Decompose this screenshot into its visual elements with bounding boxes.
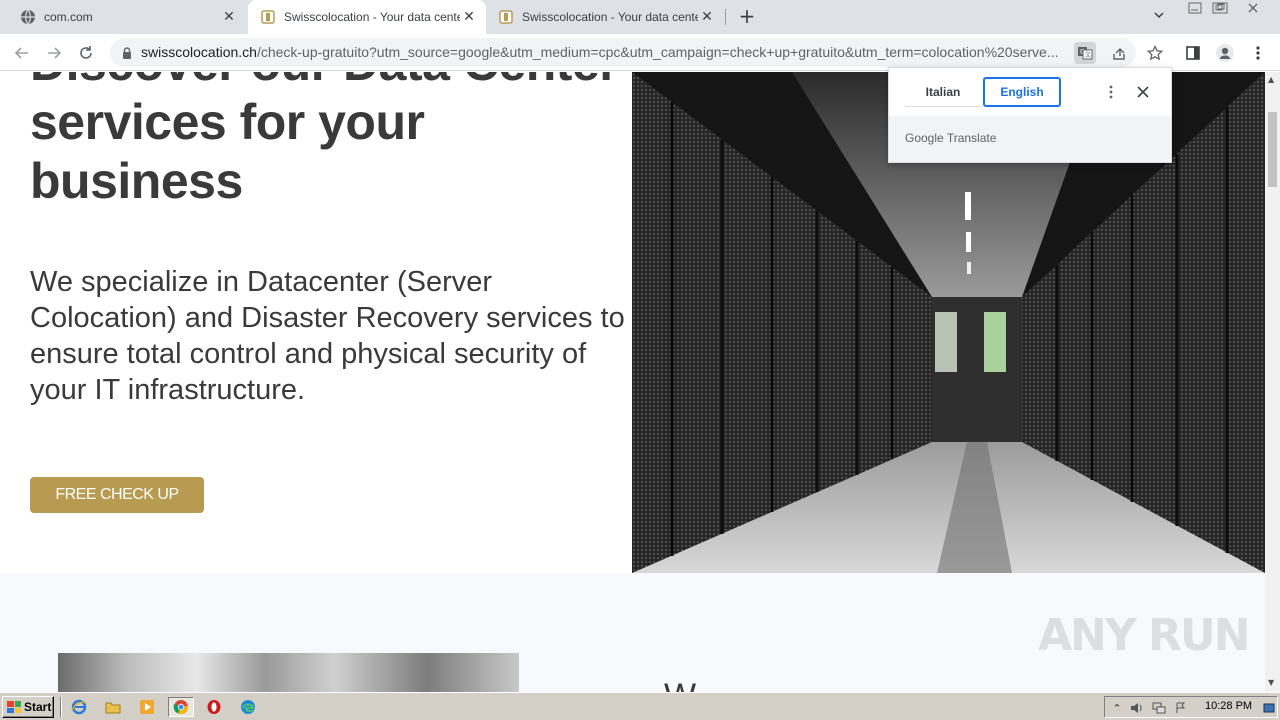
translate-popup: Italian English Google Translate	[888, 67, 1172, 163]
new-tab-button[interactable]: +	[737, 6, 757, 27]
menu-kebab-icon[interactable]	[1246, 41, 1270, 65]
tab-swisscolocation-active[interactable]: Swisscolocation - Your data center ✕	[248, 0, 486, 34]
tab-title: Swisscolocation - Your data center	[284, 10, 460, 24]
profile-avatar-icon[interactable]	[1213, 41, 1237, 65]
ie-icon[interactable]	[68, 697, 90, 717]
volume-icon[interactable]	[1129, 700, 1145, 716]
taskbar-separator	[60, 697, 62, 717]
windows-taskbar: Start ⌃ 10:28 PM	[0, 692, 1280, 720]
lock-icon[interactable]	[120, 45, 134, 59]
start-label: Start	[24, 700, 52, 714]
translate-popup-footer: Google Translate	[889, 116, 1171, 162]
reload-button[interactable]	[74, 41, 98, 65]
translate-icon[interactable]: G文	[1074, 42, 1096, 64]
edge-icon[interactable]	[237, 697, 259, 717]
close-tab-icon[interactable]: ✕	[460, 8, 478, 26]
minimize-window-icon[interactable]	[1188, 2, 1202, 17]
scroll-down-arrow-icon[interactable]: ▼	[1268, 678, 1274, 687]
scroll-up-arrow-icon[interactable]: ▲	[1268, 75, 1274, 84]
share-icon[interactable]	[1108, 42, 1130, 64]
close-tab-icon[interactable]: ✕	[220, 8, 238, 26]
tab-swisscolocation[interactable]: Swisscolocation - Your data center ✕	[486, 0, 724, 34]
google-translate-brand: Google Translate	[905, 131, 996, 145]
clock[interactable]: 10:28 PM	[1205, 700, 1252, 712]
opera-icon[interactable]	[203, 697, 225, 717]
tab-title: com.com	[44, 10, 93, 24]
close-window-icon[interactable]	[1246, 2, 1260, 17]
anyrun-watermark: ANY RUN	[1038, 610, 1250, 661]
tab-underline	[905, 106, 981, 107]
side-panel-icon[interactable]	[1181, 41, 1205, 65]
back-button[interactable]	[10, 41, 34, 65]
forward-button[interactable]	[42, 41, 66, 65]
svg-text:文: 文	[1085, 51, 1091, 59]
more-options-icon[interactable]	[1101, 82, 1121, 102]
swisscolocation-favicon	[498, 9, 514, 25]
windows-logo-icon	[7, 701, 21, 713]
brand-translate: Translate	[946, 131, 997, 145]
page-viewport: Discover our Data Center services for yo…	[0, 72, 1265, 692]
swisscolocation-favicon	[260, 9, 276, 25]
url-path: /check-up-gratuito?utm_source=google&utm…	[256, 44, 1059, 60]
globe-icon	[20, 9, 36, 25]
building-image	[58, 653, 519, 692]
close-popup-icon[interactable]	[1133, 82, 1153, 102]
action-center-flag-icon[interactable]	[1173, 700, 1189, 716]
free-check-up-button[interactable]: FREE CHECK UP	[30, 477, 204, 513]
bookmark-star-icon[interactable]	[1143, 41, 1167, 65]
tab-separator	[725, 9, 726, 25]
url-text[interactable]: swisscolocation.ch/check-up-gratuito?utm…	[141, 44, 1076, 60]
system-tray: ⌃ 10:28 PM	[1104, 696, 1278, 718]
show-desktop-icon[interactable]	[1261, 700, 1277, 716]
address-bar[interactable]: swisscolocation.ch/check-up-gratuito?utm…	[110, 38, 1136, 67]
folder-icon[interactable]	[102, 697, 124, 717]
tab-search-chevron-icon[interactable]	[1153, 9, 1165, 24]
tab-title: Swisscolocation - Your data center	[522, 10, 698, 24]
source-language-tab[interactable]: Italian	[905, 77, 981, 107]
start-button[interactable]: Start	[2, 696, 54, 718]
url-host: swisscolocation.ch	[141, 44, 257, 60]
browser-toolbar: swisscolocation.ch/check-up-gratuito?utm…	[0, 34, 1280, 71]
section-heading: W	[664, 677, 696, 692]
scrollbar-thumb[interactable]	[1268, 112, 1277, 187]
hero-subtext: We specialize in Datacenter (Server Colo…	[30, 266, 625, 406]
tray-expand-icon[interactable]: ⌃	[1109, 700, 1125, 716]
chrome-icon[interactable]	[168, 697, 194, 717]
target-language-tab[interactable]: English	[983, 77, 1061, 107]
tab-strip: com.com ✕ Swisscolocation - Your data ce…	[0, 0, 1280, 34]
brand-google: Google	[905, 131, 944, 145]
hero-headline: Discover our Data Center services for yo…	[30, 72, 619, 209]
close-tab-icon[interactable]: ✕	[698, 8, 716, 26]
tab-com[interactable]: com.com ✕	[0, 0, 246, 34]
vertical-scrollbar[interactable]: ▲ ▼	[1265, 72, 1280, 692]
media-player-icon[interactable]	[136, 697, 158, 717]
restore-window-icon[interactable]	[1212, 2, 1228, 17]
network-icon[interactable]	[1151, 700, 1167, 716]
